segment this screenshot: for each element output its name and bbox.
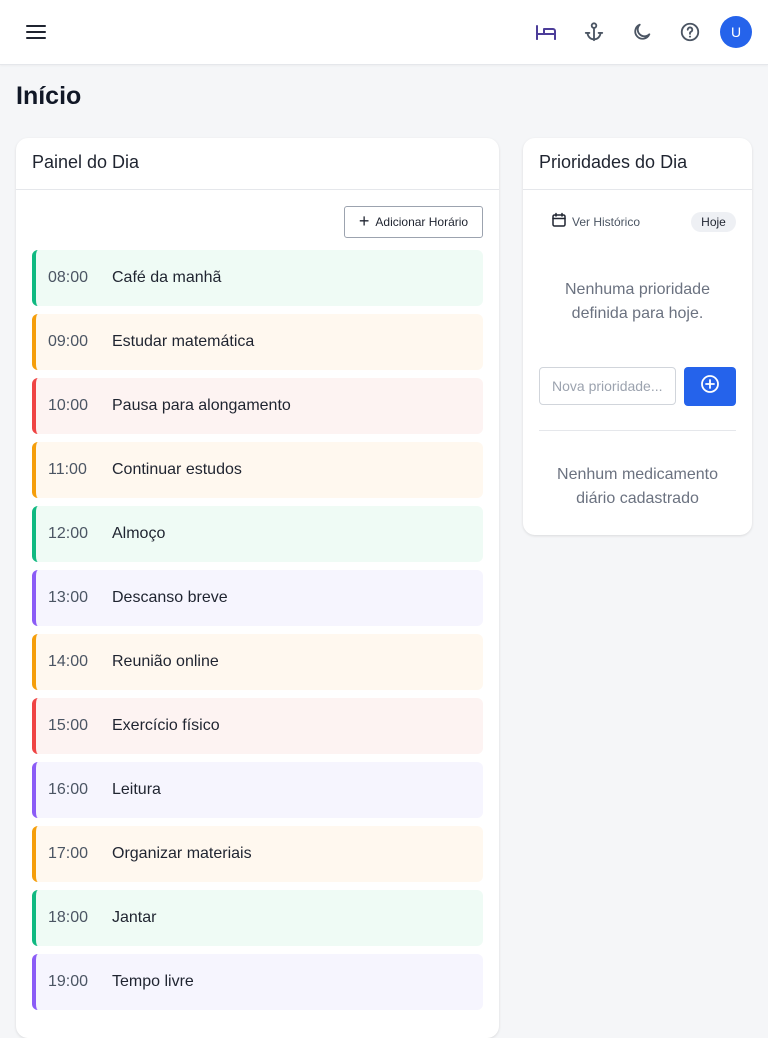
schedule-item[interactable]: 14:00 Reunião online [32,634,483,690]
schedule-item[interactable]: 10:00 Pausa para alongamento [32,378,483,434]
schedule-label: Leitura [112,781,161,798]
schedule-item[interactable]: 17:00 Organizar materiais [32,826,483,882]
schedule-label: Almoço [112,525,166,542]
schedule-list: 08:00 Café da manhã 09:00 Estudar matemátic… [32,250,483,1018]
anchor-icon[interactable] [578,16,610,48]
no-medications-line2: diário cadastrado [576,490,699,507]
plus-icon: + [358,211,370,231]
schedule-item[interactable]: 09:00 Estudar matemática [32,314,483,370]
add-schedule-label: Adicionar Horário [375,215,469,229]
no-priorities-line1: Nenhuma prioridade [565,281,710,298]
priorities-title: Prioridades do Dia [523,138,752,190]
schedule-item[interactable]: 15:00 Exercício físico [32,698,483,754]
schedule-time: 10:00 [48,397,89,414]
schedule-time: 18:00 [48,909,89,926]
schedule-item[interactable]: 12:00 Almoço [32,506,483,562]
add-schedule-button[interactable]: + Adicionar Horário [344,206,483,238]
calendar-icon [551,212,567,231]
schedule-item[interactable]: 13:00 Descanso breve [32,570,483,626]
add-priority-button[interactable] [684,367,736,406]
schedule-label: Continuar estudos [112,461,242,478]
schedule-label: Café da manhã [112,269,222,286]
schedule-item[interactable]: 16:00 Leitura [32,762,483,818]
no-medications-text: Nenhum medicamento diário cadastrado [539,463,736,511]
help-circle-icon[interactable] [674,16,706,48]
schedule-time: 16:00 [48,781,89,798]
daily-panel-title: Painel do Dia [16,138,499,190]
no-priorities-line2: definida para hoje. [571,305,704,322]
schedule-label: Estudar matemática [112,333,255,350]
no-priorities-text: Nenhuma prioridade definida para hoje. [539,278,736,326]
hamburger-menu-icon[interactable] [20,16,52,48]
schedule-time: 11:00 [48,461,87,478]
schedule-time: 15:00 [48,717,89,734]
view-history-label: Ver Histórico [572,214,641,229]
user-avatar[interactable]: U [720,16,752,48]
schedule-time: 14:00 [48,653,89,670]
priorities-card: Prioridades do Dia Ver Histórico Hoje Ne… [523,138,752,535]
no-medications-line1: Nenhum medicamento [557,466,718,483]
bed-icon[interactable] [530,16,562,48]
moon-icon[interactable] [626,16,658,48]
schedule-label: Pausa para alongamento [112,397,291,414]
today-badge: Hoje [691,212,736,232]
schedule-time: 13:00 [48,589,89,606]
plus-circle-icon [700,374,720,399]
schedule-label: Descanso breve [112,589,228,606]
schedule-time: 09:00 [48,333,89,350]
schedule-label: Reunião online [112,653,219,670]
schedule-time: 17:00 [48,845,89,862]
schedule-time: 19:00 [48,973,89,990]
schedule-item[interactable]: 11:00 Continuar estudos [32,442,483,498]
new-priority-input[interactable] [539,367,676,405]
top-bar: U [0,0,768,65]
schedule-item[interactable]: 19:00 Tempo livre [32,954,483,1010]
schedule-time: 12:00 [48,525,89,542]
schedule-time: 08:00 [48,269,89,286]
daily-panel-card: Painel do Dia + Adicionar Horário 08:00 C… [16,138,499,1038]
schedule-label: Organizar materiais [112,845,252,862]
schedule-item[interactable]: 18:00 Jantar [32,890,483,946]
divider [539,430,736,431]
schedule-label: Exercício físico [112,717,220,734]
schedule-label: Tempo livre [112,973,194,990]
page-title: Início [16,82,82,110]
schedule-label: Jantar [112,909,157,926]
schedule-item[interactable]: 08:00 Café da manhã [32,250,483,306]
view-history-button[interactable]: Ver Histórico [551,212,640,231]
